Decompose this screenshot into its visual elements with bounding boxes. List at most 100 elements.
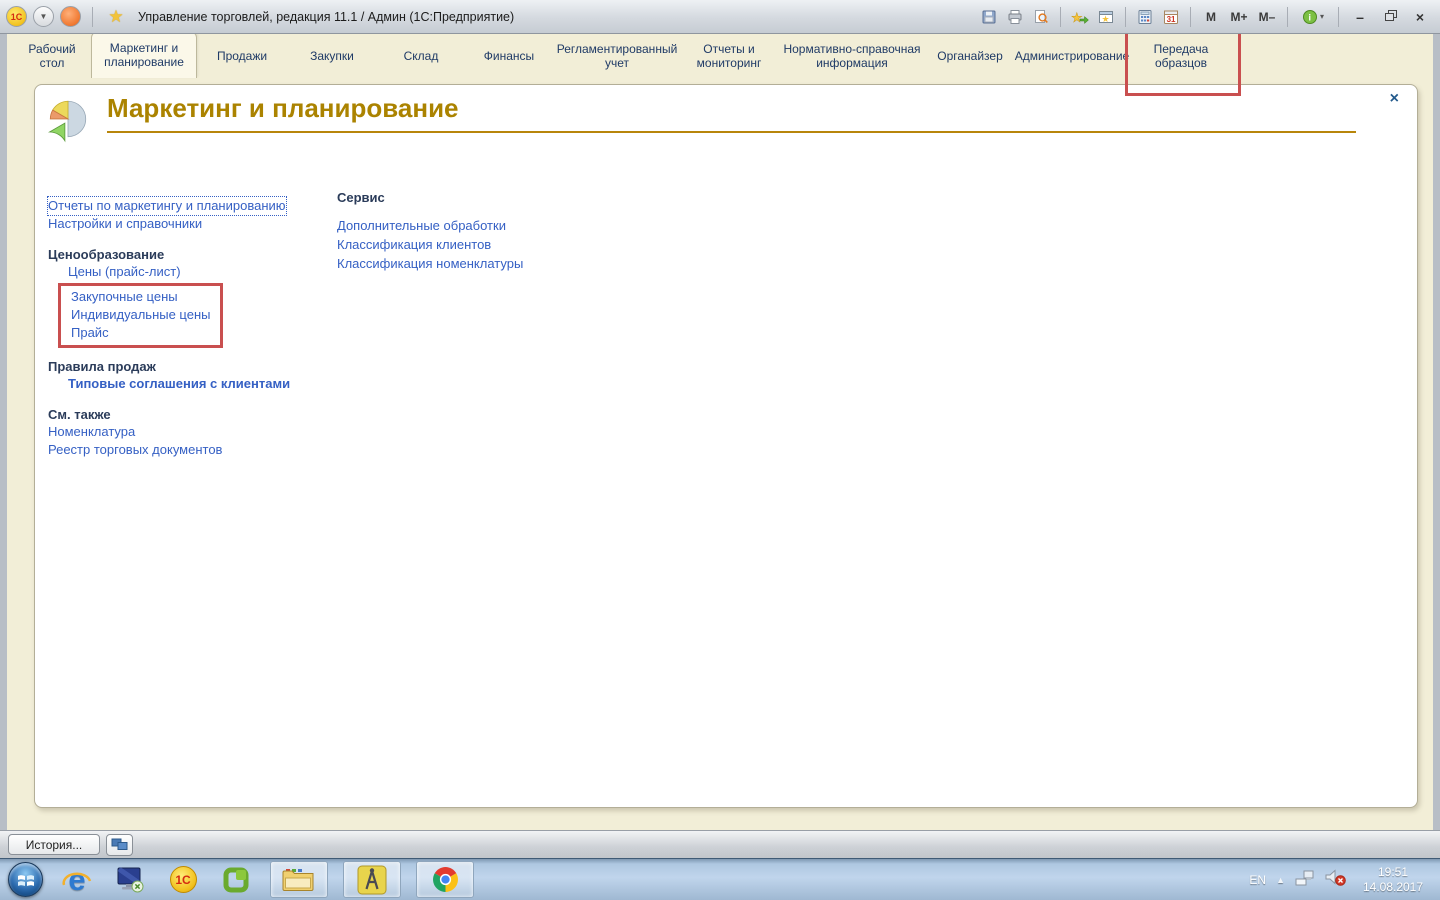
section-pie-icon bbox=[43, 95, 93, 150]
save-button[interactable] bbox=[977, 6, 1001, 28]
tab-peredacha-obrazcov[interactable]: Передача образцов bbox=[1131, 34, 1231, 78]
service-column: Сервис Дополнительные обработки Классифи… bbox=[337, 189, 657, 273]
main-menu-button[interactable]: ▼ bbox=[33, 6, 54, 27]
chevron-down-icon: ▼ bbox=[40, 12, 48, 21]
volume-tray-button[interactable] bbox=[1325, 869, 1346, 891]
tab-label: Нормативно-справочная информация bbox=[781, 42, 923, 70]
heading-pricing: Ценообразование bbox=[48, 246, 338, 263]
titlebar-toolbar: ★ ★ 31 M M+ M– i ▾ – × bbox=[977, 6, 1434, 28]
tab-prodazhi[interactable]: Продажи bbox=[197, 34, 287, 78]
start-button[interactable] bbox=[8, 862, 43, 897]
tab-reglamentirovanny-uchet[interactable]: Регламентированный учет bbox=[553, 34, 681, 78]
tab-sklad[interactable]: Склад bbox=[377, 34, 465, 78]
minimize-button[interactable]: – bbox=[1346, 7, 1374, 27]
favorites-window-button[interactable]: ★ bbox=[1094, 6, 1118, 28]
heading-see-also: См. также bbox=[48, 406, 338, 423]
internet-explorer-icon: e bbox=[60, 863, 94, 897]
show-hidden-icons-button[interactable]: ▲ bbox=[1276, 875, 1285, 885]
separator bbox=[1338, 7, 1339, 27]
link-trade-documents-registry[interactable]: Реестр торговых документов bbox=[48, 441, 222, 459]
link-price-list[interactable]: Цены (прайс-лист) bbox=[68, 263, 181, 281]
calendar-button[interactable]: 31 bbox=[1159, 6, 1183, 28]
close-button[interactable]: × bbox=[1406, 7, 1434, 27]
network-tray-button[interactable] bbox=[1295, 869, 1315, 891]
print-button[interactable] bbox=[1003, 6, 1027, 28]
memory-button[interactable]: M bbox=[1198, 10, 1224, 24]
tab-label: Закупки bbox=[310, 49, 354, 63]
restore-icon bbox=[1385, 12, 1396, 21]
clock[interactable]: 19:51 14.08.2017 bbox=[1356, 865, 1430, 895]
language-indicator[interactable]: EN bbox=[1249, 873, 1266, 887]
vsphere-client-button[interactable] bbox=[217, 861, 255, 899]
link-standard-agreements[interactable]: Типовые соглашения с клиентами bbox=[68, 375, 290, 393]
onec-app-button[interactable]: 1С bbox=[164, 861, 202, 899]
service-mode-button[interactable] bbox=[60, 6, 81, 27]
panel-close-icon[interactable]: × bbox=[1390, 91, 1399, 107]
link-individual-prices[interactable]: Индивидуальные цены bbox=[71, 306, 210, 324]
link-client-classification[interactable]: Классификация клиентов bbox=[337, 235, 491, 254]
chrome-icon bbox=[432, 866, 459, 893]
restore-button[interactable] bbox=[1376, 7, 1404, 27]
info-icon: i bbox=[1302, 9, 1318, 25]
section-header: Маркетинг и планирование bbox=[107, 93, 1356, 133]
dual-monitor-icon bbox=[111, 838, 128, 852]
tab-marketing-i-planirovanie[interactable]: Маркетинг и планирование bbox=[91, 31, 197, 78]
tab-rabochiy-stol[interactable]: Рабочий стол bbox=[13, 34, 91, 78]
chrome-button[interactable] bbox=[416, 861, 474, 898]
tab-label: Склад bbox=[404, 49, 439, 63]
info-button[interactable]: i ▾ bbox=[1295, 6, 1331, 28]
tab-label: Передача образцов bbox=[1135, 42, 1227, 70]
window-titlebar: 1С ▼ ★ Управление торговлей, редакция 11… bbox=[0, 0, 1440, 34]
heading-service: Сервис bbox=[337, 189, 657, 206]
save-icon bbox=[981, 9, 997, 25]
svg-text:i: i bbox=[1308, 12, 1311, 22]
chevron-down-icon: ▾ bbox=[1320, 12, 1324, 21]
section-tabs: Рабочий стол Маркетинг и планирование Пр… bbox=[7, 34, 1433, 78]
memory-minus-button[interactable]: M– bbox=[1254, 10, 1280, 24]
link-nomenclature[interactable]: Номенклатура bbox=[48, 423, 135, 441]
link-nomenclature-classification[interactable]: Классификация номенклатуры bbox=[337, 254, 523, 273]
separator bbox=[1190, 7, 1191, 27]
file-explorer-button[interactable] bbox=[270, 861, 328, 898]
volume-muted-icon bbox=[1325, 869, 1346, 886]
svg-text:★: ★ bbox=[1102, 14, 1110, 24]
link-price[interactable]: Прайс bbox=[71, 324, 109, 342]
tab-finansy[interactable]: Финансы bbox=[465, 34, 553, 78]
system-tray: EN ▲ 19:51 14.08.2017 bbox=[1249, 865, 1440, 895]
tab-organayzer[interactable]: Органайзер bbox=[927, 34, 1013, 78]
favorites-star-icon[interactable]: ★ bbox=[104, 6, 128, 28]
titlebar-left-controls: 1С ▼ ★ bbox=[6, 6, 128, 28]
page-title: Маркетинг и планирование bbox=[107, 93, 459, 123]
drafting-app-button[interactable] bbox=[343, 861, 401, 898]
performance-indicator-button[interactable] bbox=[106, 834, 133, 856]
app-main-area: Рабочий стол Маркетинг и планирование Пр… bbox=[0, 34, 1440, 830]
remote-desktop-button[interactable] bbox=[111, 861, 149, 899]
section-panel: Маркетинг и планирование × Отчеты по мар… bbox=[34, 84, 1418, 808]
tab-label: Отчеты и мониторинг bbox=[685, 42, 773, 70]
link-purchase-prices[interactable]: Закупочные цены bbox=[71, 288, 178, 306]
tab-zakupki[interactable]: Закупки bbox=[287, 34, 377, 78]
separator bbox=[1060, 7, 1061, 27]
navigation-column: Отчеты по маркетингу и планированию Наст… bbox=[48, 197, 338, 459]
tab-nsi[interactable]: Нормативно-справочная информация bbox=[777, 34, 927, 78]
separator bbox=[1287, 7, 1288, 27]
separator bbox=[1125, 7, 1126, 27]
internet-explorer-button[interactable]: e bbox=[58, 861, 96, 899]
print-preview-button[interactable] bbox=[1029, 6, 1053, 28]
link-settings-directories[interactable]: Настройки и справочники bbox=[48, 215, 202, 233]
remote-desktop-icon bbox=[115, 866, 145, 894]
history-button[interactable]: История... bbox=[8, 834, 100, 855]
app-logo-icon[interactable]: 1С bbox=[6, 6, 27, 27]
windows-taskbar: e 1С bbox=[0, 858, 1440, 900]
memory-plus-button[interactable]: M+ bbox=[1226, 10, 1252, 24]
calculator-button[interactable] bbox=[1133, 6, 1157, 28]
svg-text:★: ★ bbox=[1071, 10, 1083, 25]
tab-administrirovanie[interactable]: Администрирование bbox=[1013, 34, 1131, 78]
add-to-favorites-button[interactable]: ★ bbox=[1068, 6, 1092, 28]
tab-otchety-i-monitoring[interactable]: Отчеты и мониторинг bbox=[681, 34, 777, 78]
tab-label: Маркетинг и планирование bbox=[96, 41, 192, 69]
compass-icon bbox=[357, 865, 387, 895]
link-marketing-reports[interactable]: Отчеты по маркетингу и планированию bbox=[48, 197, 286, 215]
tab-label: Органайзер bbox=[937, 49, 1003, 63]
link-additional-processing[interactable]: Дополнительные обработки bbox=[337, 216, 506, 235]
